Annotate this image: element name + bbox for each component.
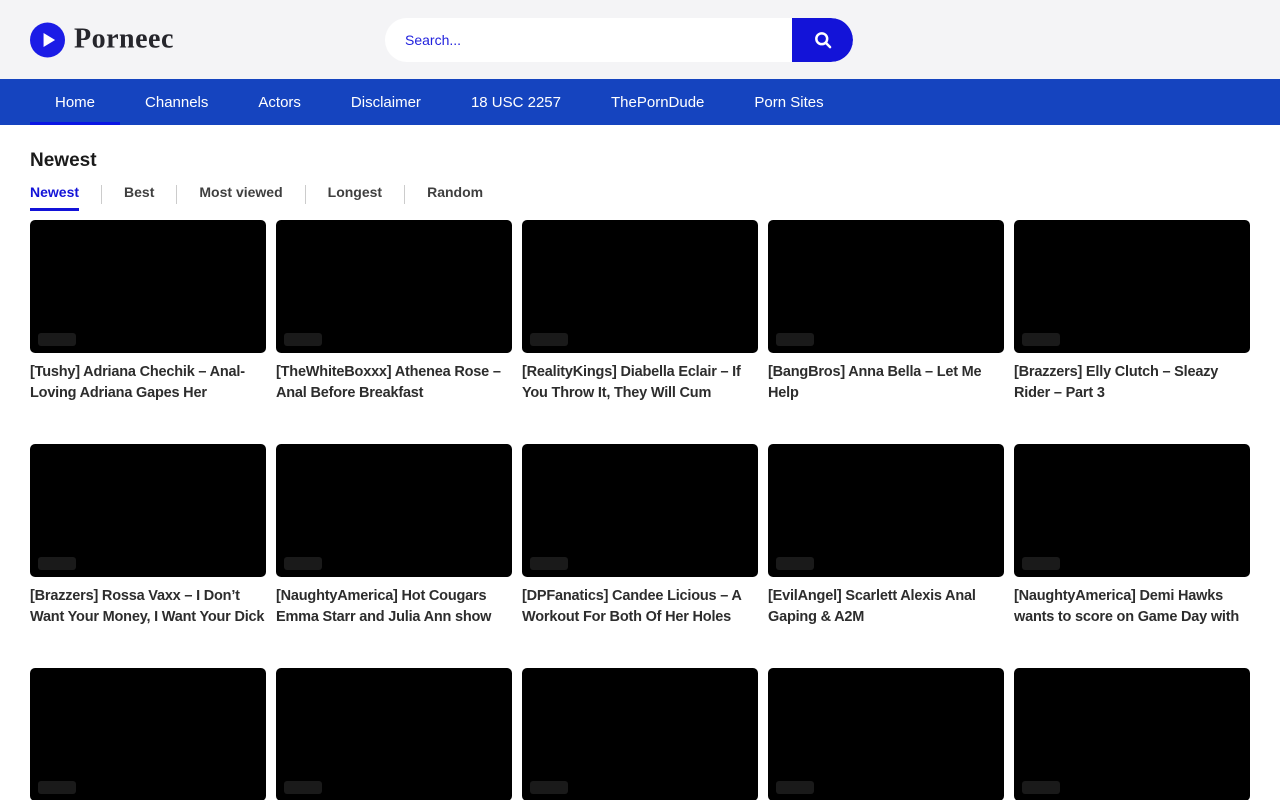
site-header: Porneec bbox=[0, 0, 1280, 79]
duration-badge bbox=[1022, 333, 1060, 346]
duration-badge bbox=[38, 557, 76, 570]
tab-random[interactable]: Random bbox=[427, 184, 483, 211]
tab-divider bbox=[101, 185, 102, 204]
search-button[interactable] bbox=[792, 18, 853, 62]
video-grid: [Tushy] Adriana Chechik – Anal-Loving Ad… bbox=[30, 220, 1250, 800]
duration-badge bbox=[530, 557, 568, 570]
nav-item-porn-sites[interactable]: Porn Sites bbox=[729, 79, 848, 125]
site-logo[interactable]: Porneec bbox=[30, 22, 174, 57]
sort-tabs: Newest Best Most viewed Longest Random bbox=[30, 184, 1250, 211]
duration-badge bbox=[776, 781, 814, 794]
video-thumbnail[interactable] bbox=[522, 220, 758, 353]
video-card: [NaughtyAmerica] Demi Hawks wants to sco… bbox=[1014, 444, 1250, 628]
page-title: Newest bbox=[30, 150, 1250, 172]
tab-divider bbox=[404, 185, 405, 204]
duration-badge bbox=[776, 557, 814, 570]
duration-badge bbox=[38, 781, 76, 794]
video-thumbnail[interactable] bbox=[1014, 444, 1250, 577]
nav-item-home[interactable]: Home bbox=[30, 79, 120, 125]
tab-divider bbox=[176, 185, 177, 204]
video-card bbox=[1014, 668, 1250, 800]
tab-longest[interactable]: Longest bbox=[328, 184, 382, 211]
video-title[interactable]: [RealityKings] Diabella Eclair – If You … bbox=[522, 362, 758, 404]
video-title[interactable]: [TheWhiteBoxxx] Athenea Rose – Anal Befo… bbox=[276, 362, 512, 404]
video-title[interactable]: [Tushy] Adriana Chechik – Anal-Loving Ad… bbox=[30, 362, 266, 404]
video-thumbnail[interactable] bbox=[522, 668, 758, 800]
video-thumbnail[interactable] bbox=[768, 220, 1004, 353]
tab-best[interactable]: Best bbox=[124, 184, 154, 211]
video-card: [NaughtyAmerica] Hot Cougars Emma Starr … bbox=[276, 444, 512, 628]
brand-name: Porneec bbox=[74, 24, 174, 56]
video-thumbnail[interactable] bbox=[276, 444, 512, 577]
video-card bbox=[768, 668, 1004, 800]
video-title[interactable]: [DPFanatics] Candee Licious – A Workout … bbox=[522, 586, 758, 628]
nav-item-theporndude[interactable]: ThePornDude bbox=[586, 79, 729, 125]
duration-badge bbox=[284, 781, 322, 794]
play-icon bbox=[30, 22, 65, 57]
video-thumbnail[interactable] bbox=[276, 220, 512, 353]
video-card: [BangBros] Anna Bella – Let Me Help bbox=[768, 220, 1004, 404]
main-nav: Home Channels Actors Disclaimer 18 USC 2… bbox=[0, 79, 1280, 125]
video-card: [RealityKings] Diabella Eclair – If You … bbox=[522, 220, 758, 404]
video-title[interactable]: [EvilAngel] Scarlett Alexis Anal Gaping … bbox=[768, 586, 1004, 628]
duration-badge bbox=[530, 781, 568, 794]
video-card: [DPFanatics] Candee Licious – A Workout … bbox=[522, 444, 758, 628]
video-card bbox=[522, 668, 758, 800]
video-thumbnail[interactable] bbox=[30, 220, 266, 353]
video-card: [EvilAngel] Scarlett Alexis Anal Gaping … bbox=[768, 444, 1004, 628]
video-thumbnail[interactable] bbox=[768, 668, 1004, 800]
search-icon bbox=[813, 30, 833, 50]
video-title[interactable]: [NaughtyAmerica] Demi Hawks wants to sco… bbox=[1014, 586, 1250, 628]
video-card: [Brazzers] Elly Clutch – Sleazy Rider – … bbox=[1014, 220, 1250, 404]
video-thumbnail[interactable] bbox=[1014, 220, 1250, 353]
tab-most-viewed[interactable]: Most viewed bbox=[199, 184, 282, 211]
duration-badge bbox=[776, 333, 814, 346]
tab-newest[interactable]: Newest bbox=[30, 184, 79, 211]
video-thumbnail[interactable] bbox=[768, 444, 1004, 577]
duration-badge bbox=[1022, 781, 1060, 794]
video-thumbnail[interactable] bbox=[30, 668, 266, 800]
main-content: Newest Newest Best Most viewed Longest R… bbox=[0, 150, 1280, 800]
video-card bbox=[30, 668, 266, 800]
video-thumbnail[interactable] bbox=[1014, 668, 1250, 800]
search-bar bbox=[385, 18, 853, 62]
video-thumbnail[interactable] bbox=[522, 444, 758, 577]
search-input[interactable] bbox=[385, 18, 792, 62]
video-title[interactable]: [BangBros] Anna Bella – Let Me Help bbox=[768, 362, 1004, 404]
nav-item-18-usc-2257[interactable]: 18 USC 2257 bbox=[446, 79, 586, 125]
video-title[interactable]: [Brazzers] Rossa Vaxx – I Don’t Want You… bbox=[30, 586, 266, 628]
tab-divider bbox=[305, 185, 306, 204]
video-card: [TheWhiteBoxxx] Athenea Rose – Anal Befo… bbox=[276, 220, 512, 404]
duration-badge bbox=[1022, 557, 1060, 570]
nav-item-disclaimer[interactable]: Disclaimer bbox=[326, 79, 446, 125]
duration-badge bbox=[284, 557, 322, 570]
duration-badge bbox=[38, 333, 76, 346]
duration-badge bbox=[530, 333, 568, 346]
duration-badge bbox=[284, 333, 322, 346]
video-card: [Brazzers] Rossa Vaxx – I Don’t Want You… bbox=[30, 444, 266, 628]
video-card: [Tushy] Adriana Chechik – Anal-Loving Ad… bbox=[30, 220, 266, 404]
video-title[interactable]: [NaughtyAmerica] Hot Cougars Emma Starr … bbox=[276, 586, 512, 628]
video-title[interactable]: [Brazzers] Elly Clutch – Sleazy Rider – … bbox=[1014, 362, 1250, 404]
nav-item-actors[interactable]: Actors bbox=[233, 79, 326, 125]
nav-item-channels[interactable]: Channels bbox=[120, 79, 233, 125]
video-thumbnail[interactable] bbox=[30, 444, 266, 577]
video-thumbnail[interactable] bbox=[276, 668, 512, 800]
video-card bbox=[276, 668, 512, 800]
